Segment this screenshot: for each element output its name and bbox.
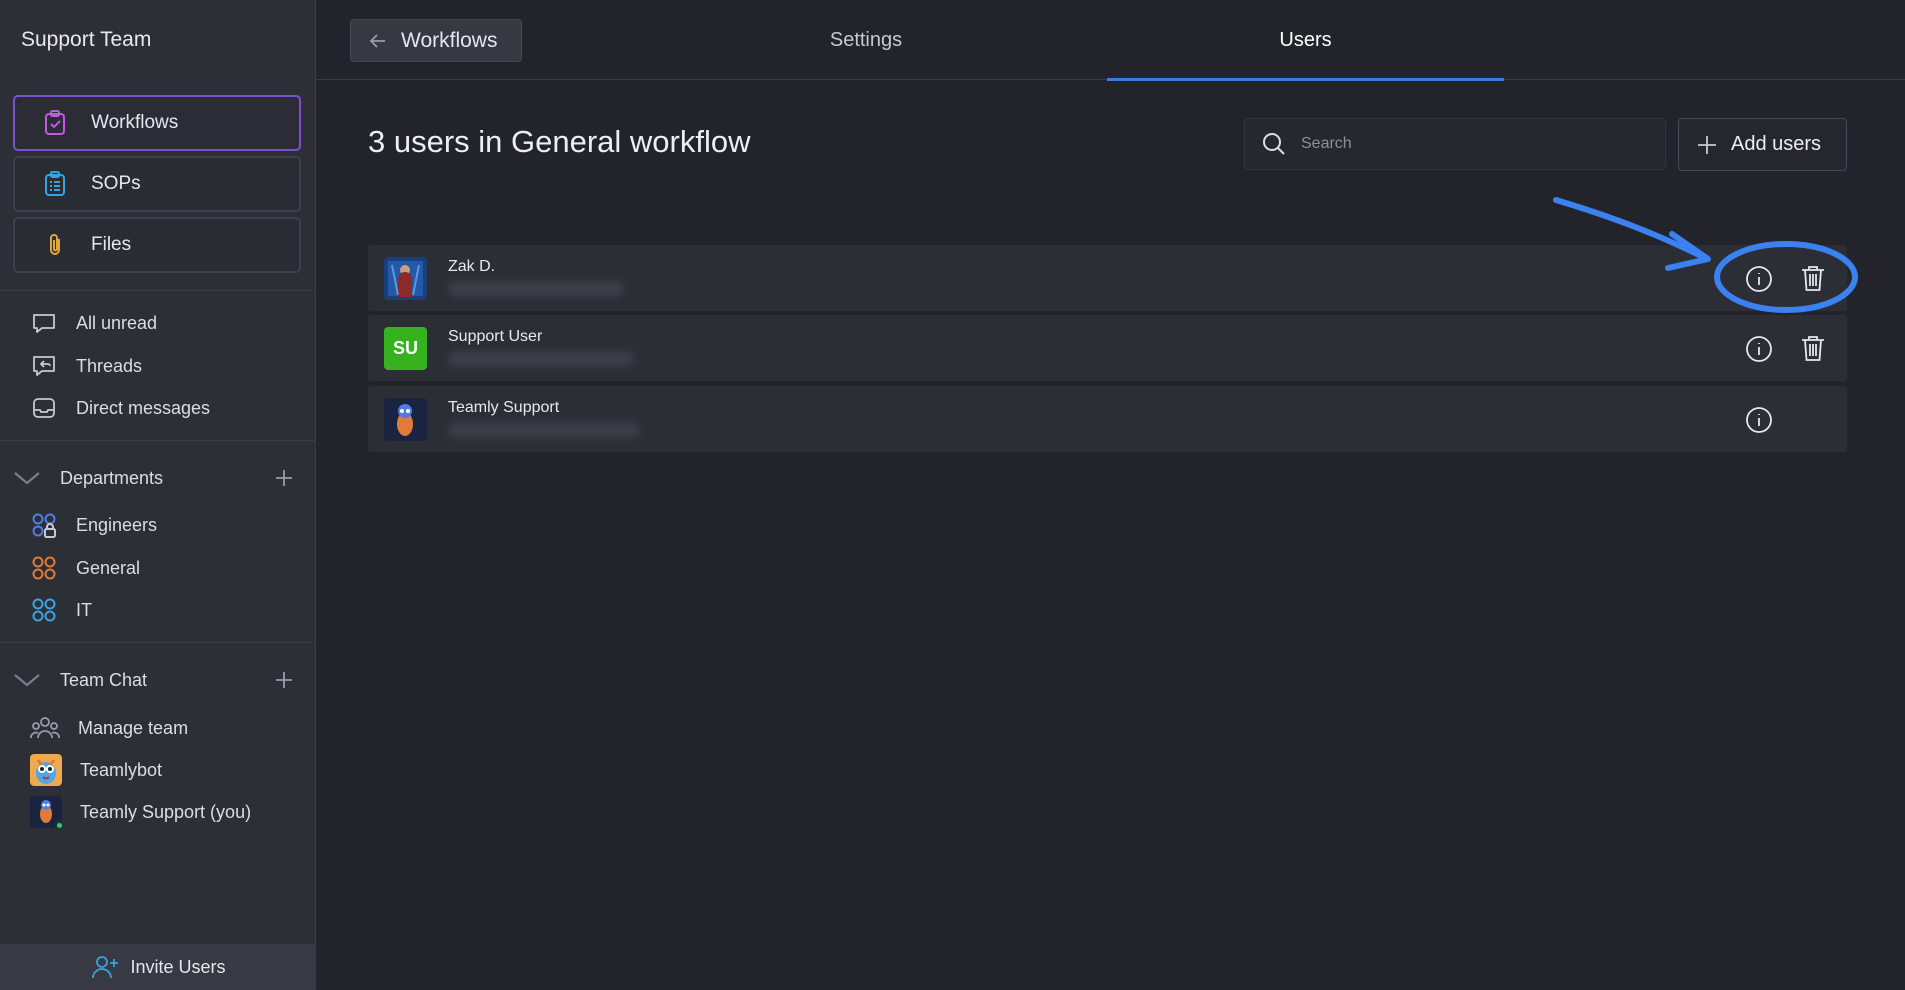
sidebar-item-label: Engineers [76,514,158,535]
tab-users[interactable]: Users [1107,0,1504,81]
sidebar-item-label: All unread [76,312,158,333]
arrow-left-icon [369,33,385,48]
user-row: Zak D. [368,245,1847,311]
user-avatar [384,398,427,441]
department-locked-icon [32,513,56,538]
user-name: Teamly Support [448,399,560,416]
sidebar-item-threads[interactable]: Threads [30,348,142,384]
sidebar-item-direct-messages[interactable]: Direct messages [30,390,210,426]
user-name: Zak D. [448,258,496,275]
teamlybot-avatar [30,754,62,786]
chevron-down-icon [14,674,40,687]
sidebar-item-teamlybot[interactable]: Teamlybot [30,752,162,788]
clipboard-list-icon [45,171,65,196]
user-email-blurred [448,422,640,438]
sidebar-item-teamly-support[interactable]: Teamly Support (you) [30,794,251,830]
sidebar-item-label: Manage team [78,717,189,738]
nav-workflows[interactable]: Workflows [13,95,301,151]
sidebar-item-engineers[interactable]: Engineers [30,507,157,543]
add-chat-icon[interactable] [272,668,296,692]
back-to-workflows-button[interactable]: Workflows [350,19,522,62]
nav-sops[interactable]: SOPs [13,156,301,212]
sidebar-item-label: Teamly Support (you) [80,801,252,822]
team-name[interactable]: Support Team [21,28,151,52]
top-bar: Workflows Settings Users [316,0,1905,81]
department-icon [32,598,56,622]
tab-settings[interactable]: Settings [686,0,1046,80]
user-email-blurred [448,351,634,367]
teamly-support-avatar [30,796,64,830]
plus-icon [1698,135,1716,154]
user-row: SU Support User [368,315,1847,381]
search-icon [1263,133,1285,155]
add-user-icon [92,956,119,979]
sidebar: Support Team Workflows SOPs Files All un… [0,0,316,990]
online-status-dot [55,821,64,830]
nav-files[interactable]: Files [13,217,301,273]
sidebar-item-label: IT [76,599,92,620]
nav-sops-label: SOPs [91,173,141,194]
sidebar-item-general[interactable]: General [30,550,140,586]
user-photo-avatar [384,257,427,300]
back-label: Workflows [401,28,498,52]
sidebar-item-label: Direct messages [76,397,211,418]
team-chat-title: Team Chat [60,669,148,690]
info-icon[interactable] [1745,406,1773,434]
tab-users-label: Users [1279,28,1332,51]
team-chat-header[interactable]: Team Chat [12,662,302,698]
active-tab-indicator [1107,78,1504,81]
chat-bubble-icon [33,314,55,333]
nav-workflows-label: Workflows [91,112,179,133]
nav-files-label: Files [91,234,132,255]
sidebar-item-label: Threads [76,355,143,376]
page-title: 3 users in General workflow [368,124,751,159]
divider [0,642,316,643]
info-icon[interactable] [1745,265,1773,293]
inbox-icon [33,398,55,418]
user-name: Support User [448,328,543,345]
threads-icon [33,356,55,376]
sidebar-item-it[interactable]: IT [30,592,92,628]
user-avatar [384,257,427,300]
delete-icon[interactable] [1798,263,1828,293]
divider [0,440,316,441]
department-icon [32,556,56,580]
delete-icon[interactable] [1798,333,1828,363]
search-box[interactable] [1244,118,1666,170]
team-icon [30,717,60,739]
departments-title: Departments [60,467,164,488]
sidebar-item-all-unread[interactable]: All unread [30,305,157,341]
invite-users-label: Invite Users [130,956,226,977]
user-avatar: SU [384,327,427,370]
user-row: Teamly Support [368,386,1847,452]
search-input[interactable] [1301,135,1631,153]
add-users-label: Add users [1731,133,1822,155]
add-users-button[interactable]: Add users [1678,118,1847,171]
add-department-icon[interactable] [272,466,296,490]
clipboard-check-icon [45,110,65,135]
paperclip-icon [50,234,60,255]
sidebar-item-label: General [76,557,141,578]
user-email-blurred [448,281,624,297]
sidebar-item-label: Teamlybot [80,759,163,780]
invite-users-button[interactable]: Invite Users [0,944,316,990]
user-photo-avatar [384,398,427,441]
sidebar-item-manage-team[interactable]: Manage team [30,710,188,746]
departments-header[interactable]: Departments [12,460,302,496]
info-icon[interactable] [1745,335,1773,363]
chevron-down-icon [14,472,40,485]
divider [0,290,316,291]
